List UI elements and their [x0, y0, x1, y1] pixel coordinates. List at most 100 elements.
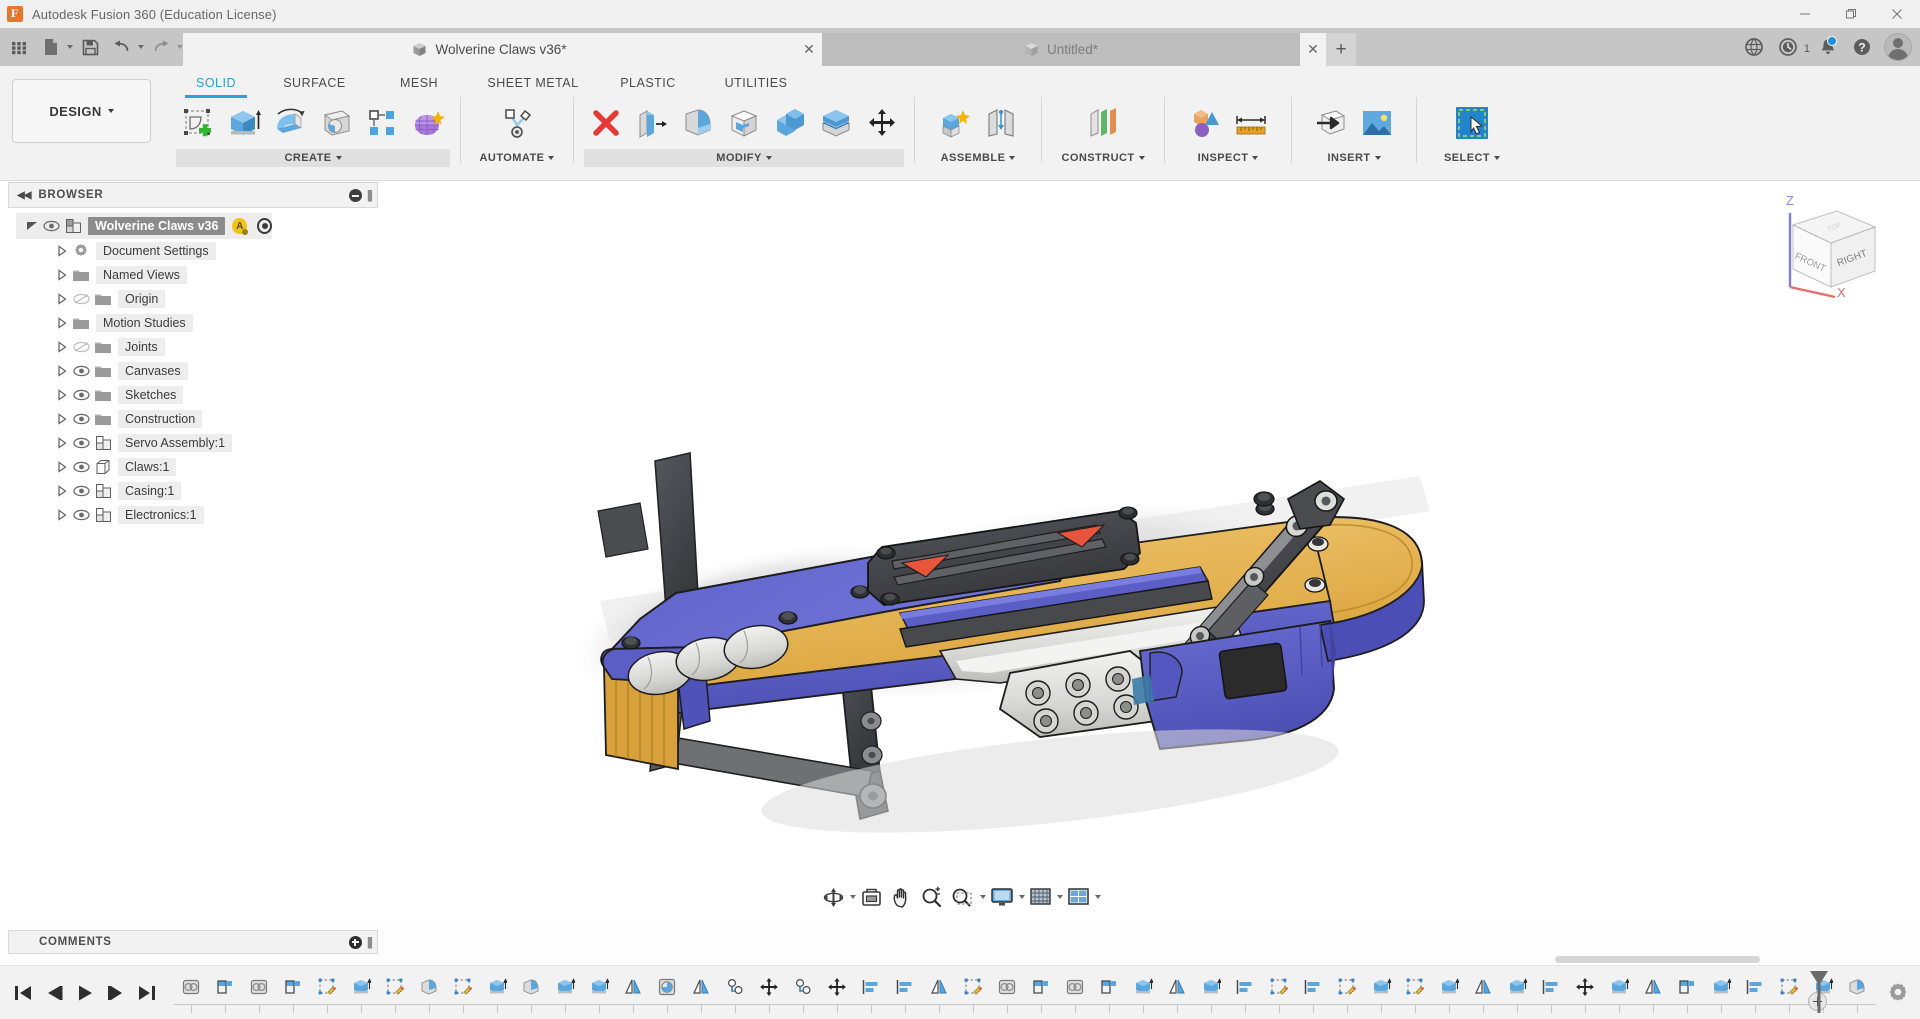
timeline-feature-sketch-create-icon[interactable] — [1262, 972, 1296, 1002]
workspace-selector[interactable]: DESIGN — [12, 79, 151, 143]
ribbon-panel-label[interactable]: INSERT — [1302, 149, 1406, 167]
timeline-settings-gear-icon[interactable] — [1876, 966, 1920, 1019]
tree-item-claws[interactable]: Claws:1 — [8, 455, 378, 479]
grid-snaps-icon[interactable] — [1026, 883, 1055, 911]
chevron-down-icon[interactable] — [67, 45, 73, 49]
timeline-marker-icon[interactable] — [1808, 970, 1830, 1014]
tree-item-electronics[interactable]: Electronics:1 — [8, 503, 378, 527]
visibility-eye-icon[interactable] — [70, 483, 92, 499]
double-left-arrow-icon[interactable]: ◀◀ — [17, 190, 30, 201]
visibility-eye-icon[interactable] — [70, 435, 92, 451]
visibility-eye-icon[interactable] — [70, 411, 92, 427]
comments-panel-header[interactable]: COMMENTS ||| — [8, 930, 378, 954]
timeline-track[interactable] — [174, 966, 1876, 1019]
timeline-feature-move-copy-icon[interactable] — [1568, 972, 1602, 1002]
revolve-icon[interactable] — [268, 99, 312, 147]
ribbon-panel-label[interactable]: INSPECT — [1175, 149, 1281, 167]
timeline-feature-mirror-icon[interactable] — [684, 972, 718, 1002]
timeline-feature-extrude-icon[interactable] — [1194, 972, 1228, 1002]
timeline-feature-rigid-group-icon[interactable] — [718, 972, 752, 1002]
jump-to-beginning-icon[interactable] — [12, 981, 34, 1005]
lock-badge-icon[interactable]: A — [232, 218, 247, 234]
shell-icon[interactable] — [722, 99, 766, 147]
timeline-feature-sketch-create-icon[interactable] — [310, 972, 344, 1002]
chevron-down-icon[interactable] — [850, 895, 856, 899]
pan-icon[interactable] — [887, 883, 916, 911]
timeline-feature-align-icon[interactable] — [1534, 972, 1568, 1002]
tree-item-origin[interactable]: Origin — [8, 287, 378, 311]
delete-icon[interactable] — [584, 99, 628, 147]
ribbon-panel-label[interactable]: ASSEMBLE — [925, 149, 1031, 167]
resize-grip-icon[interactable]: ||| — [367, 188, 371, 202]
offset-face-icon[interactable] — [814, 99, 858, 147]
tree-item-casing[interactable]: Casing:1 — [8, 479, 378, 503]
create-sketch-icon[interactable] — [176, 99, 220, 147]
ribbon-panel-label[interactable]: MODIFY — [584, 149, 904, 167]
visibility-eye-icon[interactable] — [70, 459, 92, 475]
insert-derive-icon[interactable] — [1309, 99, 1353, 147]
timeline-feature-joint-icon[interactable] — [242, 972, 276, 1002]
tree-item-joints[interactable]: Joints — [8, 335, 378, 359]
ribbon-tab-utilities[interactable]: UTILITIES — [701, 72, 811, 95]
add-comment-icon[interactable] — [349, 936, 362, 949]
tab-close-button[interactable]: ✕ — [796, 33, 822, 66]
chevron-down-icon[interactable] — [138, 45, 144, 49]
timeline-feature-move-copy-icon[interactable] — [820, 972, 854, 1002]
tree-item-document-settings[interactable]: Document Settings — [8, 239, 378, 263]
job-status-clock-icon[interactable] — [1772, 31, 1804, 63]
orbit-icon[interactable] — [819, 883, 848, 911]
expand-triangle-icon[interactable] — [24, 218, 40, 234]
timeline-feature-extrude-icon[interactable] — [1500, 972, 1534, 1002]
timeline-feature-mirror-icon[interactable] — [1466, 972, 1500, 1002]
timeline-scrollbar-thumb[interactable] — [1555, 956, 1760, 963]
step-forward-icon[interactable] — [105, 981, 127, 1005]
timeline-feature-rigid-group-icon[interactable] — [786, 972, 820, 1002]
undo-group[interactable] — [107, 32, 144, 62]
expand-triangle-icon[interactable] — [54, 483, 70, 499]
activate-component-icon[interactable] — [257, 218, 272, 234]
timeline-feature-align-icon[interactable] — [888, 972, 922, 1002]
app-grid-icon[interactable] — [4, 32, 34, 62]
ribbon-tab-solid[interactable]: SOLID — [170, 72, 262, 95]
timeline-feature-sketch-icon[interactable] — [1024, 972, 1058, 1002]
timeline-feature-align-icon[interactable] — [1228, 972, 1262, 1002]
ribbon-panel-label[interactable]: SELECT — [1427, 149, 1517, 167]
interference-icon[interactable] — [1183, 99, 1227, 147]
expand-triangle-icon[interactable] — [54, 411, 70, 427]
timeline-feature-joint-icon[interactable] — [174, 972, 208, 1002]
timeline-feature-fillet-icon[interactable] — [1840, 972, 1874, 1002]
expand-triangle-icon[interactable] — [54, 243, 70, 259]
minimize-button[interactable] — [1782, 0, 1828, 28]
timeline-feature-extrude-icon[interactable] — [480, 972, 514, 1002]
redo-icon[interactable] — [146, 32, 176, 62]
tree-item-named-views[interactable]: Named Views — [8, 263, 378, 287]
visibility-eye-icon[interactable] — [70, 363, 92, 379]
jump-to-end-icon[interactable] — [136, 981, 158, 1005]
timeline-feature-move-copy-icon[interactable] — [752, 972, 786, 1002]
automate-icon[interactable] — [495, 99, 539, 147]
chevron-down-icon[interactable] — [1057, 895, 1063, 899]
timeline-feature-extrude-icon[interactable] — [548, 972, 582, 1002]
tree-item-root[interactable]: Wolverine Claws v36 A — [16, 213, 272, 239]
offset-plane-icon[interactable] — [1081, 99, 1125, 147]
ribbon-panel-label[interactable]: AUTOMATE — [471, 149, 563, 167]
ribbon-panel-label[interactable]: CREATE — [176, 149, 450, 167]
chevron-down-icon[interactable] — [1019, 895, 1025, 899]
tree-item-canvases[interactable]: Canvases — [8, 359, 378, 383]
timeline-feature-sketch-icon[interactable] — [1670, 972, 1704, 1002]
chevron-down-icon[interactable] — [980, 895, 986, 899]
collapse-all-icon[interactable] — [349, 189, 362, 202]
timeline-feature-extrude-icon[interactable] — [582, 972, 616, 1002]
visibility-eye-icon[interactable] — [70, 387, 92, 403]
timeline-feature-mirror-icon[interactable] — [1160, 972, 1194, 1002]
close-button[interactable] — [1874, 0, 1920, 28]
timeline-feature-mirror-icon[interactable] — [616, 972, 650, 1002]
timeline-feature-extrude-icon[interactable] — [344, 972, 378, 1002]
new-tab-button[interactable]: + — [1326, 33, 1356, 66]
timeline-feature-extrude-icon[interactable] — [1364, 972, 1398, 1002]
timeline-feature-revolve-icon[interactable] — [650, 972, 684, 1002]
globe-icon[interactable] — [1738, 31, 1770, 63]
expand-triangle-icon[interactable] — [54, 291, 70, 307]
expand-triangle-icon[interactable] — [54, 339, 70, 355]
expand-triangle-icon[interactable] — [54, 315, 70, 331]
